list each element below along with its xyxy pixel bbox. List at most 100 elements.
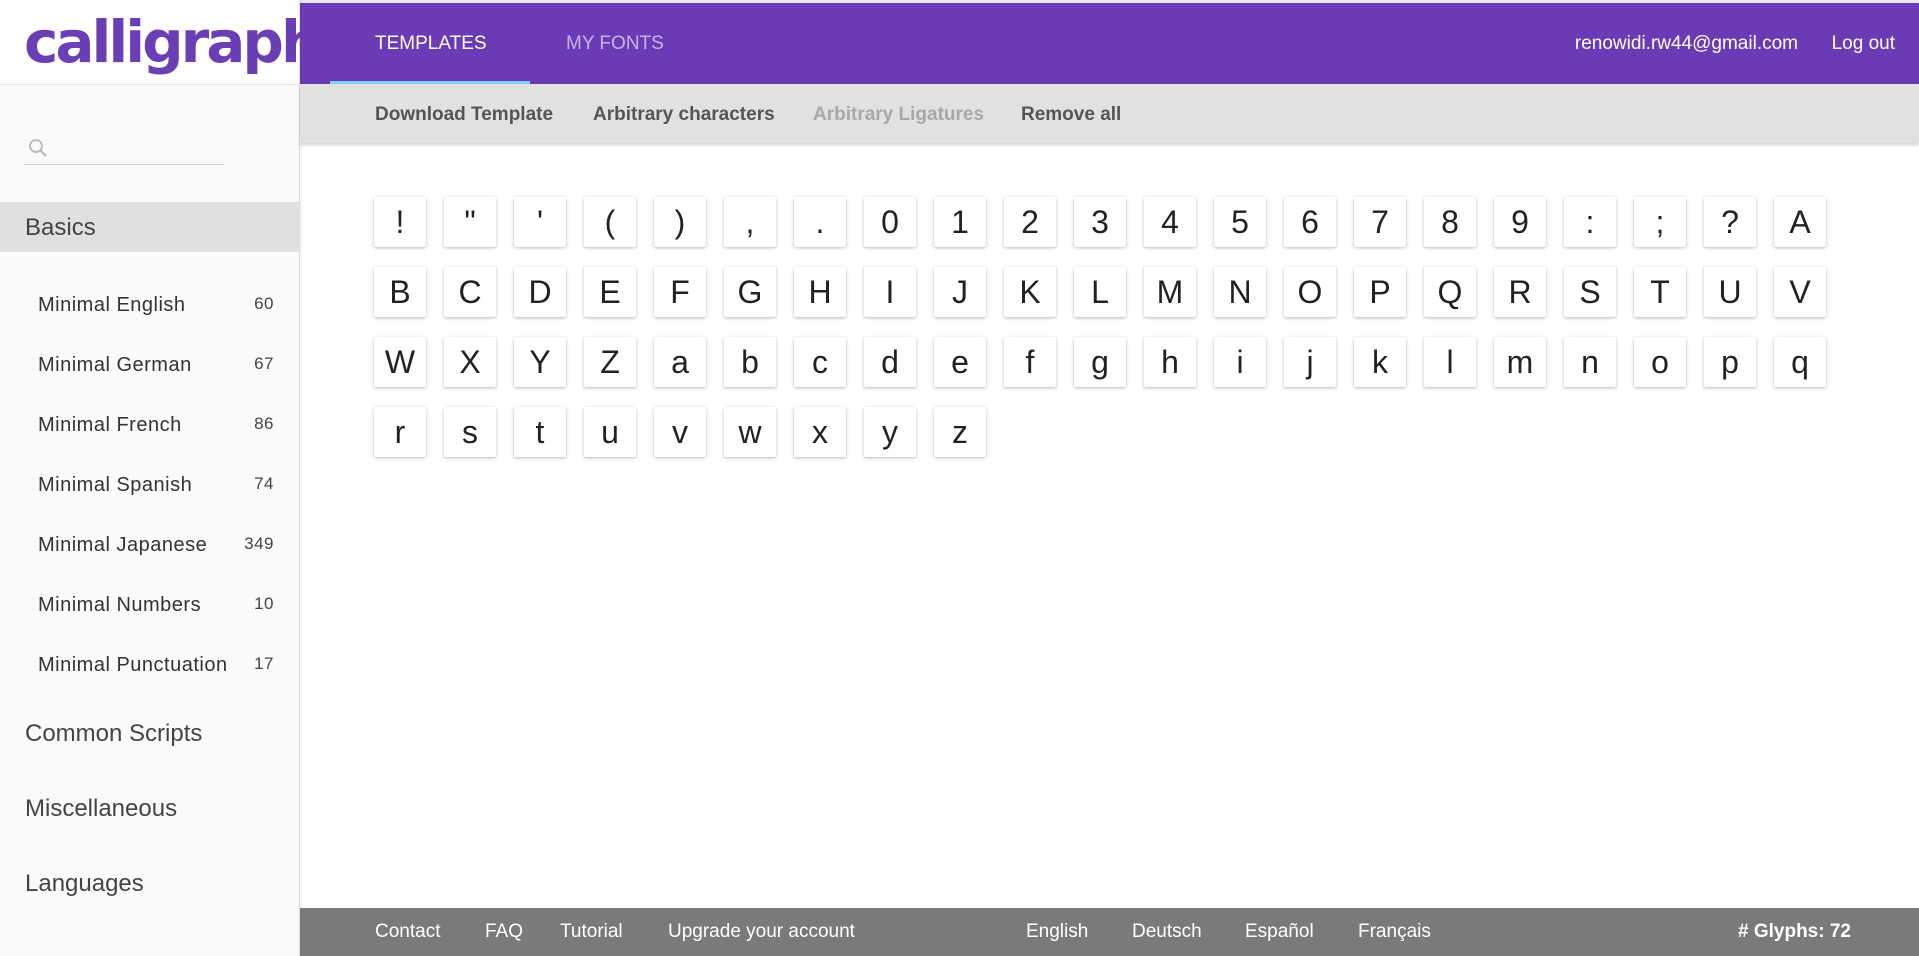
glyph-cell[interactable]: v [654, 407, 706, 457]
glyph-cell[interactable]: l [1424, 337, 1476, 387]
glyph-cell[interactable]: 5 [1214, 197, 1266, 247]
tab-templates[interactable]: TEMPLATES [330, 3, 530, 84]
glyph-cell[interactable]: : [1564, 197, 1616, 247]
sidebar-item-minimal-german[interactable]: Minimal German 67 [38, 350, 274, 382]
glyph-cell[interactable]: S [1564, 267, 1616, 317]
glyph-cell[interactable]: m [1494, 337, 1546, 387]
sidebar-item-minimal-punctuation[interactable]: Minimal Punctuation 17 [38, 650, 274, 682]
sidebar-item-minimal-japanese[interactable]: Minimal Japanese 349 [38, 530, 274, 562]
remove-all-button[interactable]: Remove all [1021, 104, 1121, 126]
glyph-cell[interactable]: y [864, 407, 916, 457]
glyph-cell[interactable]: Y [514, 337, 566, 387]
sidebar-section-common-scripts[interactable]: Common Scripts [25, 720, 202, 748]
glyph-cell[interactable]: e [934, 337, 986, 387]
lang-espanol-link[interactable]: Español [1245, 921, 1314, 943]
glyph-cell[interactable]: d [864, 337, 916, 387]
glyph-cell[interactable]: C [444, 267, 496, 317]
glyph-cell[interactable]: 1 [934, 197, 986, 247]
glyph-cell[interactable]: M [1144, 267, 1196, 317]
glyph-cell[interactable]: 0 [864, 197, 916, 247]
glyph-cell[interactable]: g [1074, 337, 1126, 387]
sidebar-item-minimal-spanish[interactable]: Minimal Spanish 74 [38, 470, 274, 502]
sidebar-section-languages[interactable]: Languages [25, 870, 144, 898]
logout-link[interactable]: Log out [1832, 33, 1895, 55]
glyph-cell[interactable]: n [1564, 337, 1616, 387]
glyph-cell[interactable]: 7 [1354, 197, 1406, 247]
glyph-cell[interactable]: c [794, 337, 846, 387]
sidebar-item-minimal-numbers[interactable]: Minimal Numbers 10 [38, 590, 274, 622]
glyph-cell[interactable]: u [584, 407, 636, 457]
glyph-cell[interactable]: 2 [1004, 197, 1056, 247]
glyph-cell[interactable]: x [794, 407, 846, 457]
lang-deutsch-link[interactable]: Deutsch [1132, 921, 1202, 943]
glyph-cell[interactable]: E [584, 267, 636, 317]
glyph-cell[interactable]: ' [514, 197, 566, 247]
glyph-cell[interactable]: L [1074, 267, 1126, 317]
glyph-cell[interactable]: Z [584, 337, 636, 387]
glyph-cell[interactable]: V [1774, 267, 1826, 317]
glyph-cell[interactable]: , [724, 197, 776, 247]
glyph-cell[interactable]: f [1004, 337, 1056, 387]
glyph-cell[interactable]: . [794, 197, 846, 247]
glyph-cell[interactable]: 4 [1144, 197, 1196, 247]
glyph-cell[interactable]: k [1354, 337, 1406, 387]
footer-tutorial-link[interactable]: Tutorial [560, 921, 623, 943]
glyph-cell[interactable]: z [934, 407, 986, 457]
glyph-cell[interactable]: A [1774, 197, 1826, 247]
arbitrary-ligatures-button[interactable]: Arbitrary Ligatures [813, 104, 984, 126]
glyph-cell[interactable]: D [514, 267, 566, 317]
glyph-cell[interactable]: G [724, 267, 776, 317]
sidebar-item-minimal-english[interactable]: Minimal English 60 [38, 290, 274, 322]
glyph-cell[interactable]: I [864, 267, 916, 317]
glyph-cell[interactable]: j [1284, 337, 1336, 387]
footer-upgrade-link[interactable]: Upgrade your account [668, 921, 855, 943]
glyph-cell[interactable]: O [1284, 267, 1336, 317]
glyph-cell[interactable]: a [654, 337, 706, 387]
glyph-cell[interactable]: ! [374, 197, 426, 247]
arbitrary-characters-button[interactable]: Arbitrary characters [593, 104, 775, 126]
lang-english-link[interactable]: English [1026, 921, 1088, 943]
glyph-cell[interactable]: 8 [1424, 197, 1476, 247]
sidebar-section-basics[interactable]: Basics [0, 202, 299, 252]
glyph-cell[interactable]: T [1634, 267, 1686, 317]
glyph-cell[interactable]: 6 [1284, 197, 1336, 247]
sidebar-section-miscellaneous[interactable]: Miscellaneous [25, 795, 177, 823]
glyph-cell[interactable]: W [374, 337, 426, 387]
logo-area[interactable]: calligraphr [0, 0, 348, 85]
glyph-cell[interactable]: U [1704, 267, 1756, 317]
footer-contact-link[interactable]: Contact [375, 921, 440, 943]
lang-francais-link[interactable]: Français [1358, 921, 1431, 943]
glyph-cell[interactable]: Q [1424, 267, 1476, 317]
sidebar-item-minimal-french[interactable]: Minimal French 86 [38, 410, 274, 442]
glyph-cell[interactable]: H [794, 267, 846, 317]
glyph-cell[interactable]: w [724, 407, 776, 457]
download-template-button[interactable]: Download Template [375, 104, 553, 126]
glyph-cell[interactable]: K [1004, 267, 1056, 317]
tab-my-fonts[interactable]: MY FONTS [566, 3, 696, 84]
glyph-cell[interactable]: " [444, 197, 496, 247]
glyph-cell[interactable]: o [1634, 337, 1686, 387]
glyph-cell[interactable]: X [444, 337, 496, 387]
glyph-cell[interactable]: s [444, 407, 496, 457]
glyph-cell[interactable]: 9 [1494, 197, 1546, 247]
glyph-cell[interactable]: N [1214, 267, 1266, 317]
glyph-cell[interactable]: t [514, 407, 566, 457]
glyph-cell[interactable]: F [654, 267, 706, 317]
glyph-cell[interactable]: ? [1704, 197, 1756, 247]
glyph-cell[interactable]: ; [1634, 197, 1686, 247]
glyph-cell[interactable]: 3 [1074, 197, 1126, 247]
glyph-cell[interactable]: i [1214, 337, 1266, 387]
glyph-cell[interactable]: h [1144, 337, 1196, 387]
glyph-cell[interactable]: ( [584, 197, 636, 247]
glyph-cell[interactable]: ) [654, 197, 706, 247]
glyph-cell[interactable]: R [1494, 267, 1546, 317]
footer-faq-link[interactable]: FAQ [485, 921, 523, 943]
user-email[interactable]: renowidi.rw44@gmail.com [1575, 33, 1798, 55]
glyph-cell[interactable]: J [934, 267, 986, 317]
glyph-cell[interactable]: B [374, 267, 426, 317]
glyph-cell[interactable]: P [1354, 267, 1406, 317]
calligraphr-logo[interactable]: calligraphr [24, 10, 348, 74]
glyph-cell[interactable]: p [1704, 337, 1756, 387]
glyph-cell[interactable]: b [724, 337, 776, 387]
glyph-cell[interactable]: r [374, 407, 426, 457]
